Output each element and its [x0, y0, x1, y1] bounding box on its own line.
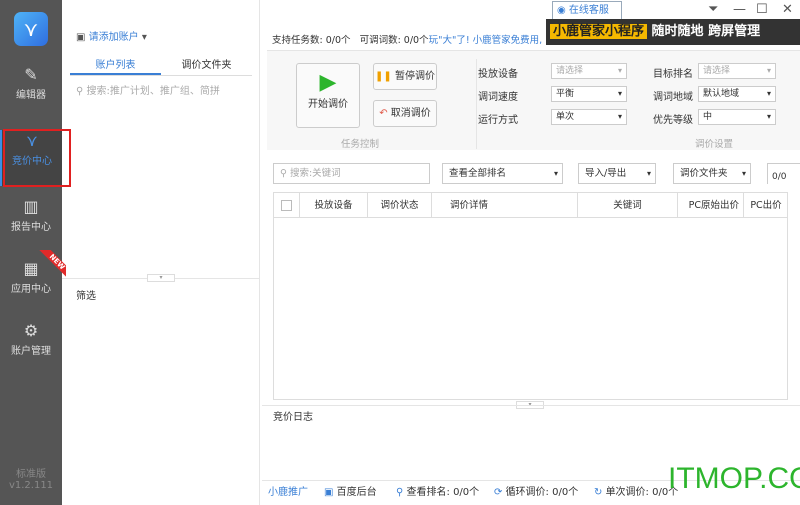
folder-select[interactable]: 调价文件夹	[673, 163, 751, 184]
redo-icon: ↻	[594, 487, 606, 498]
user-gear-icon: ⚙	[23, 321, 39, 340]
maximize-icon[interactable]: ☐	[756, 2, 768, 17]
label: 循环调价: 0/0个	[505, 487, 579, 498]
close-icon[interactable]: ✕	[782, 2, 793, 17]
label: 取消调价	[390, 108, 431, 119]
pause-bid-button[interactable]: ❚❚ 暂停调价	[373, 63, 437, 90]
field-label: 调词地域	[653, 92, 693, 103]
add-account-label: 请添加账户	[88, 32, 139, 43]
filter-label: 筛选	[76, 291, 96, 302]
column-header[interactable]: 关键词	[578, 193, 678, 218]
sidebar-item-account[interactable]: ⚙ 账户管理	[0, 320, 62, 370]
promo-link[interactable]: 玩"大"了! 小鹿管家免费用,	[429, 35, 543, 46]
minimize-icon[interactable]: —	[733, 2, 746, 17]
page-indicator: 0/0	[767, 163, 800, 184]
device-select[interactable]: 请选择	[551, 63, 627, 79]
label: 在线客服	[568, 5, 609, 16]
column-header[interactable]: 调价状态	[368, 193, 432, 218]
highlight-box	[3, 129, 71, 187]
control-panel: ▶开始调价 ❚❚ 暂停调价 ↶ 取消调价 任务控制 投放设备 请选择 调词速度 …	[267, 50, 800, 150]
column-header[interactable]: PC出价	[744, 193, 788, 218]
refresh-icon: ⟳	[494, 487, 506, 498]
sidebar-item-report[interactable]: ▥ 报告中心	[0, 196, 62, 246]
search-icon: ⚲	[280, 168, 290, 179]
loop-status: ⟳ 循环调价: 0/0个	[494, 481, 578, 505]
app-logo-icon: ⋎	[14, 12, 48, 46]
single-status: ↻ 单次调价: 0/0个	[594, 481, 678, 505]
speed-select[interactable]: 平衡	[551, 86, 627, 102]
add-account-dropdown[interactable]: ▣ 请添加账户 ▾	[76, 28, 147, 43]
tab-account-list[interactable]: 账户列表	[70, 58, 161, 75]
label: 暂停调价	[394, 71, 435, 82]
keyword-table: 投放设备 调价状态 调价详情 关键词 PC原始出价 PC出价	[273, 192, 788, 400]
account-panel: ▣ 请添加账户 ▾ 账户列表 调价文件夹 ⚲ 搜索:推广计划、推广组、简拼 ▾ …	[62, 0, 260, 505]
watermark: ITMOP.COM	[668, 462, 800, 495]
divider	[262, 405, 800, 406]
banner-text: 随时随地 跨屏管理	[651, 24, 761, 39]
label: 编辑器	[16, 90, 46, 101]
sidebar: ⋎ ✎ 编辑器 ⋎ 竞价中心 ▥ 报告中心 ▦ 应用中心 NEW ⚙ 账户管理 标准版 v…	[0, 0, 66, 505]
sidebar-item-editor[interactable]: ✎ 编辑器	[0, 64, 62, 114]
account-search-input[interactable]: ⚲ 搜索:推广计划、推广组、简拼	[76, 82, 220, 97]
promo-banner[interactable]: 小鹿管家小程序 随时随地 跨屏管理	[546, 19, 800, 45]
field-label: 运行方式	[478, 115, 518, 126]
region-select[interactable]: 默认地域	[698, 86, 776, 102]
play-icon: ▶	[319, 70, 337, 95]
pause-icon: ❚❚	[375, 71, 392, 82]
label: 报告中心	[11, 222, 51, 233]
version-label: v1.2.111	[8, 480, 54, 491]
rank-status: ⚲ 查看排名: 0/0个	[396, 481, 479, 505]
search-icon: ⚲	[76, 86, 87, 97]
divider	[476, 59, 477, 149]
user-icon: ▣	[324, 487, 337, 498]
field-label: 调词速度	[478, 92, 518, 103]
label: 账户管理	[11, 346, 51, 357]
label: 开始调价	[308, 99, 348, 110]
column-header[interactable]: 投放设备	[300, 193, 368, 218]
search-icon: ⚲	[396, 487, 407, 498]
column-header[interactable]: PC原始出价	[678, 193, 744, 218]
label: 单次调价:	[605, 487, 649, 498]
group-label-settings: 调价设置	[695, 139, 734, 150]
column-header[interactable]: 调价详情	[432, 193, 578, 218]
headset-icon: ◉	[557, 5, 569, 16]
edition-label: 标准版	[16, 469, 46, 480]
banner-highlight: 小鹿管家小程序	[550, 24, 648, 39]
panel-tabs: 账户列表 调价文件夹	[70, 58, 252, 76]
field-label: 投放设备	[478, 69, 518, 80]
import-export-select[interactable]: 导入/导出	[578, 163, 656, 184]
menu-icon[interactable]: ⏷	[708, 2, 718, 17]
cancel-bid-button[interactable]: ↶ 取消调价	[373, 100, 437, 127]
log-title: 竞价日志	[273, 412, 313, 423]
label: 查看排名: 0/0个	[406, 487, 480, 498]
keyword-search-input[interactable]: ⚲ 搜索:关键词	[273, 163, 430, 184]
label: 百度后台	[336, 487, 377, 498]
task-count: 支持任务数: 0/0个	[272, 35, 351, 46]
placeholder: 搜索:关键词	[289, 168, 341, 179]
placeholder: 搜索:推广计划、推广组、简拼	[86, 86, 220, 97]
run-mode-select[interactable]: 单次	[551, 109, 627, 125]
brand-link[interactable]: 小鹿推广	[268, 481, 308, 505]
group-label-task: 任务控制	[341, 139, 380, 150]
status-info: 支持任务数: 0/0个 可调词数: 0/0个玩"大"了! 小鹿管家免费用,	[272, 32, 542, 46]
rank-filter-select[interactable]: 查看全部排名	[442, 163, 563, 184]
baidu-backend-link[interactable]: ▣ 百度后台	[324, 481, 377, 505]
undo-icon: ↶	[379, 108, 388, 119]
edit-icon: ✎	[24, 65, 38, 84]
target-rank-select[interactable]: 请选择	[698, 63, 776, 79]
collapse-handle[interactable]: ▾	[147, 274, 175, 282]
priority-select[interactable]: 中	[698, 109, 776, 125]
word-count: 可调词数: 0/0个	[359, 35, 429, 46]
field-label: 目标排名	[653, 69, 693, 80]
user-icon: ▣	[76, 32, 89, 43]
chart-icon: ▥	[23, 197, 39, 216]
select-all-checkbox[interactable]	[274, 193, 300, 218]
field-label: 优先等级	[653, 115, 693, 126]
label: 应用中心	[11, 284, 51, 295]
online-service-button[interactable]: ◉ 在线客服	[552, 1, 622, 20]
start-bid-button[interactable]: ▶ 开始调价	[296, 63, 360, 128]
tab-bid-folder[interactable]: 调价文件夹	[161, 58, 252, 75]
